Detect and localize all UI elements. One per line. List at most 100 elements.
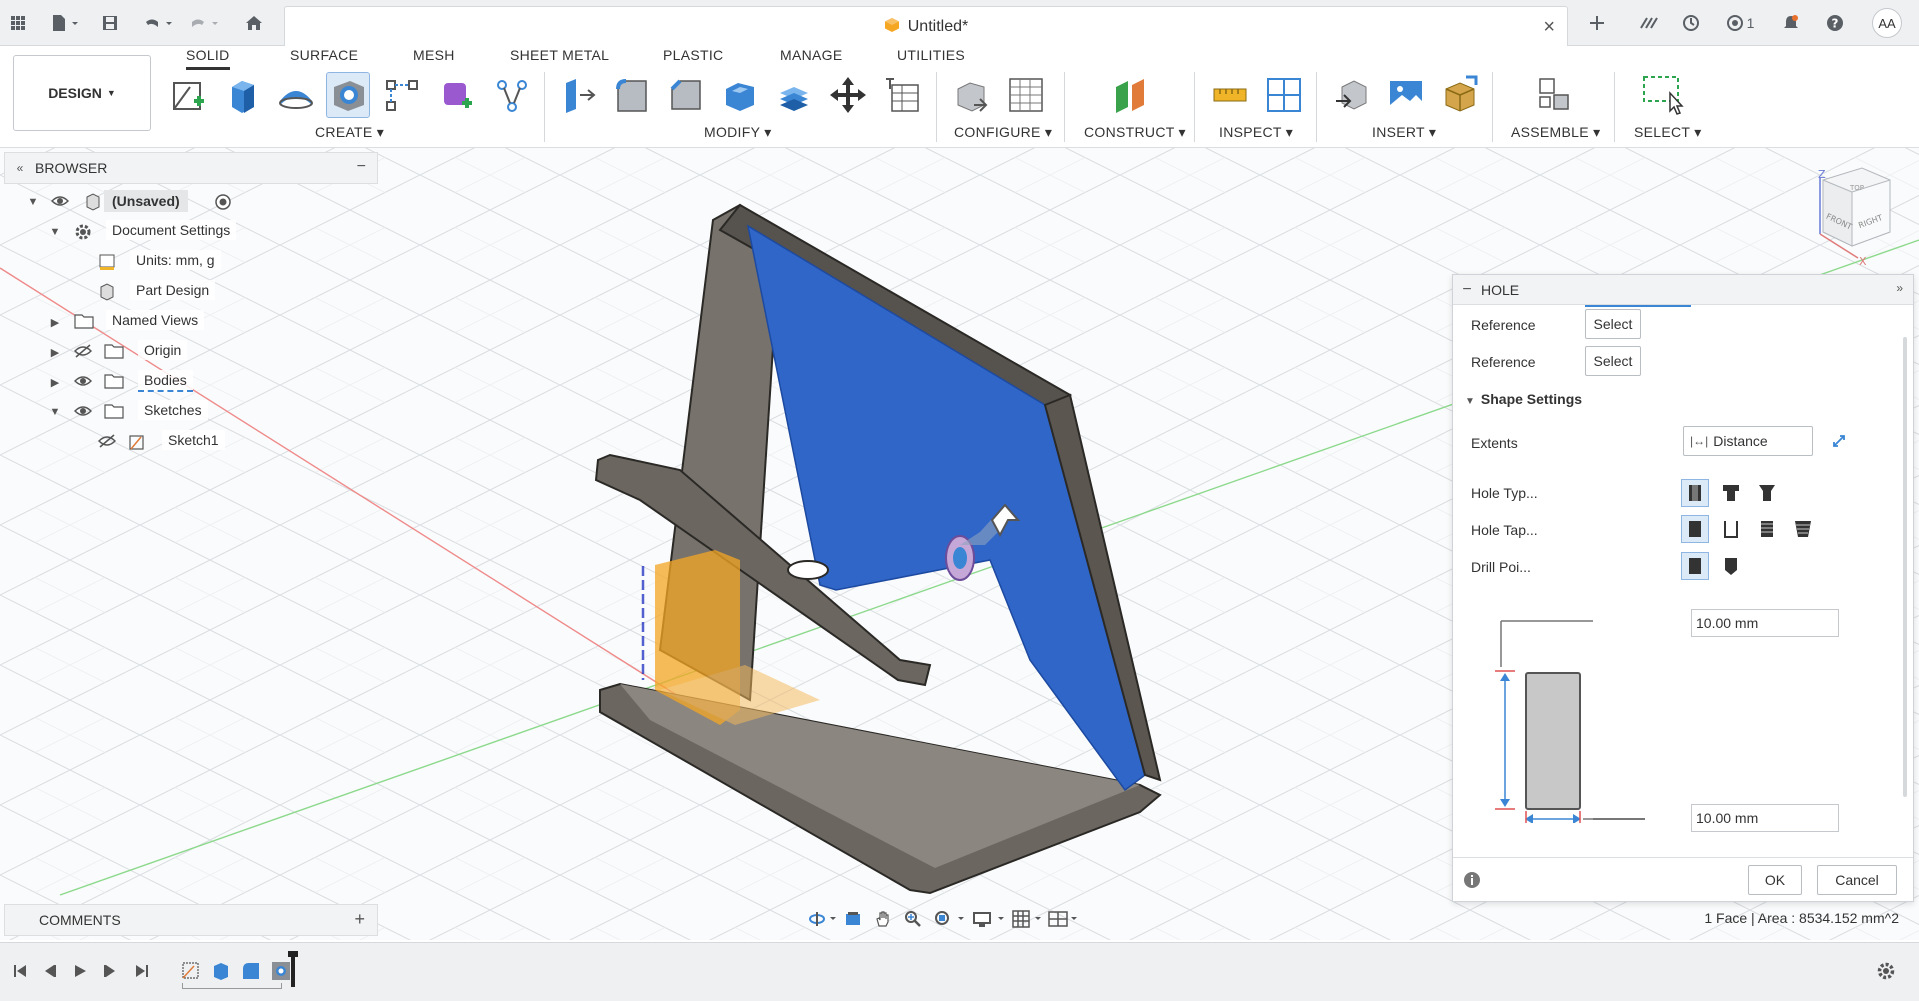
rectangular-pattern-icon[interactable] <box>380 72 424 118</box>
configure-model-icon[interactable] <box>950 72 994 118</box>
configure-table-icon[interactable] <box>1004 72 1048 118</box>
revolve-icon[interactable] <box>274 72 318 118</box>
step-back-icon[interactable] <box>42 963 58 982</box>
depth-input[interactable]: 10.00 mm <box>1691 609 1839 637</box>
reference2-select-button[interactable]: Select <box>1585 346 1641 376</box>
extensions-icon[interactable] <box>1638 11 1660 35</box>
tab-plastic[interactable]: PLASTIC <box>663 47 723 63</box>
select-menu[interactable]: SELECT ▾ <box>1634 124 1702 141</box>
workspace-switcher[interactable]: DESIGN ▼ <box>13 55 151 131</box>
add-comment-icon[interactable]: + <box>354 909 365 930</box>
change-parameters-icon[interactable] <box>880 72 924 118</box>
create-form-icon[interactable] <box>434 72 478 118</box>
chevron-right-icon[interactable]: ▶ <box>48 346 62 359</box>
collapse-dialog-icon[interactable]: − <box>1453 281 1481 299</box>
extents-dropdown[interactable]: |↔| Distance <box>1683 426 1813 456</box>
tree-item-units[interactable]: Units: mm, g <box>4 249 378 275</box>
offset-plane-icon[interactable] <box>1108 72 1152 118</box>
construct-menu[interactable]: CONSTRUCT ▾ <box>1084 124 1186 141</box>
tree-item-named-views[interactable]: ▶ Named Views <box>4 309 378 335</box>
dialog-scrollbar[interactable] <box>1903 337 1907 797</box>
counterbore-icon[interactable] <box>1717 479 1745 507</box>
combine-icon[interactable] <box>772 72 816 118</box>
display-settings-icon[interactable] <box>972 910 1012 928</box>
insert-canvas-icon[interactable] <box>1384 72 1428 118</box>
expand-dialog-icon[interactable]: » <box>1896 281 1903 295</box>
ok-button[interactable]: OK <box>1748 865 1802 895</box>
job-status-icon[interactable] <box>1680 11 1702 35</box>
taper-tapped-icon[interactable] <box>1789 515 1817 543</box>
notifications-bell-icon[interactable] <box>1780 11 1802 35</box>
simple-tap-icon[interactable] <box>1681 515 1709 543</box>
hole-icon[interactable] <box>326 72 370 118</box>
tree-item-sketch1[interactable]: Sketch1 <box>4 429 378 455</box>
move-copy-icon[interactable] <box>826 72 870 118</box>
create-menu[interactable]: CREATE ▾ <box>315 124 384 141</box>
fillet-icon[interactable] <box>610 72 654 118</box>
look-at-icon[interactable] <box>844 910 874 928</box>
fit-window-icon[interactable] <box>934 910 972 928</box>
clearance-tap-icon[interactable] <box>1717 515 1745 543</box>
new-component-icon[interactable] <box>1532 72 1576 118</box>
measure-icon[interactable] <box>1208 72 1252 118</box>
chevron-down-icon[interactable]: ▼ <box>48 406 62 418</box>
chevron-down-icon[interactable]: ▼ <box>48 226 62 238</box>
activate-radio-icon[interactable] <box>214 193 232 214</box>
timeline-marker[interactable] <box>291 953 295 987</box>
tab-surface[interactable]: SURFACE <box>290 47 358 63</box>
eye-icon[interactable] <box>50 194 70 211</box>
apps-grid-icon[interactable] <box>8 11 28 35</box>
collapse-panel-icon[interactable]: « <box>5 161 35 175</box>
timeline-sketch-icon[interactable] <box>180 960 202 985</box>
tab-manage[interactable]: MANAGE <box>780 47 842 63</box>
go-to-end-icon[interactable] <box>134 963 150 982</box>
tapped-icon[interactable] <box>1753 515 1781 543</box>
save-icon[interactable] <box>100 11 120 35</box>
online-status-icon[interactable]: 1 <box>1722 11 1758 35</box>
minimize-icon[interactable]: − <box>357 158 366 176</box>
eye-icon[interactable] <box>73 374 93 391</box>
flat-drill-point-icon[interactable] <box>1681 552 1709 580</box>
chevron-right-icon[interactable]: ▶ <box>48 376 62 389</box>
play-icon[interactable] <box>72 963 88 982</box>
modify-menu[interactable]: MODIFY ▾ <box>704 124 772 141</box>
file-menu-icon[interactable] <box>48 11 82 35</box>
help-icon[interactable]: ? <box>1824 11 1846 35</box>
timeline-fillet-icon[interactable] <box>240 960 262 985</box>
grid-settings-icon[interactable] <box>1012 910 1048 928</box>
reference1-select-button[interactable]: Select <box>1585 309 1641 339</box>
assemble-menu[interactable]: ASSEMBLE ▾ <box>1511 124 1600 141</box>
tab-solid[interactable]: SOLID <box>186 47 230 70</box>
flip-direction-icon[interactable] <box>1825 427 1853 455</box>
create-sketch-icon[interactable] <box>166 72 210 118</box>
window-select-icon[interactable] <box>1640 72 1684 118</box>
eye-hidden-icon[interactable] <box>73 344 93 361</box>
tree-item-origin[interactable]: ▶ Origin <box>4 339 378 365</box>
shape-settings-section[interactable]: ▼ Shape Settings <box>1465 391 1582 407</box>
go-to-start-icon[interactable] <box>12 963 28 982</box>
home-icon[interactable] <box>244 11 264 35</box>
tab-sheet-metal[interactable]: SHEET METAL <box>510 47 609 63</box>
user-avatar[interactable]: AA <box>1872 8 1902 38</box>
tree-item-document-settings[interactable]: ▼ Document Settings <box>4 219 378 245</box>
viewports-icon[interactable] <box>1048 910 1084 928</box>
tree-item-sketches[interactable]: ▼ Sketches <box>4 399 378 425</box>
insert-derive-icon[interactable] <box>1330 72 1374 118</box>
tab-utilities[interactable]: UTILITIES <box>897 47 965 63</box>
insert-mesh-icon[interactable] <box>1438 72 1482 118</box>
timeline-extrude-icon[interactable] <box>210 960 232 985</box>
chevron-down-icon[interactable]: ▼ <box>26 196 40 208</box>
eye-icon[interactable] <box>73 404 93 421</box>
pan-hand-icon[interactable] <box>874 910 904 928</box>
tab-mesh[interactable]: MESH <box>413 47 455 63</box>
press-pull-icon[interactable] <box>556 72 600 118</box>
tree-item-root[interactable]: ▼ (Unsaved) <box>4 189 378 215</box>
timeline-hole-icon[interactable] <box>270 960 292 985</box>
configure-menu[interactable]: CONFIGURE ▾ <box>954 124 1052 141</box>
new-tab-icon[interactable] <box>1586 11 1608 35</box>
eye-hidden-icon[interactable] <box>97 434 117 451</box>
undo-icon[interactable] <box>140 11 176 35</box>
document-tab[interactable]: Untitled* × <box>284 6 1568 46</box>
derive-icon[interactable] <box>490 72 534 118</box>
diameter-input[interactable]: 10.00 mm <box>1691 804 1839 832</box>
